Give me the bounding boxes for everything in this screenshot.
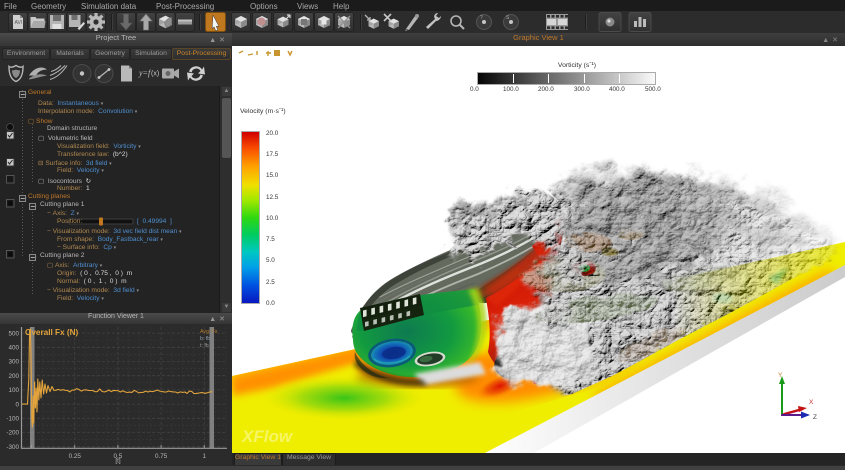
svg-text:b: fb: b: fb — [200, 336, 210, 342]
svg-text:Avg: Fx: Avg: Fx — [200, 329, 218, 335]
svg-text:[t]: [t] — [115, 458, 120, 465]
svg-text:400: 400 — [8, 345, 19, 352]
svg-text:1: 1 — [203, 453, 207, 460]
svg-text:X: X — [809, 399, 814, 406]
svg-text:-100: -100 — [6, 416, 19, 423]
svg-text:XFlow: XFlow — [241, 427, 294, 446]
svg-text:Z: Z — [813, 414, 817, 421]
svg-text:t: fb: t: fb — [200, 343, 209, 349]
svg-text:(x): (x) — [151, 71, 159, 78]
svg-text:0.75: 0.75 — [155, 453, 168, 460]
svg-text:300: 300 — [8, 359, 19, 366]
svg-text:0.25: 0.25 — [69, 453, 82, 460]
svg-text:-200: -200 — [6, 430, 19, 437]
svg-text:100: 100 — [8, 387, 19, 394]
svg-text:AVI: AVI — [15, 20, 23, 26]
svg-text:?: ? — [480, 15, 483, 21]
svg-text:Overall Fx (N): Overall Fx (N) — [25, 328, 79, 337]
svg-text:-300: -300 — [6, 444, 19, 451]
svg-text:Y: Y — [778, 372, 783, 379]
svg-text:500: 500 — [8, 330, 19, 337]
svg-text:y=f: y=f — [138, 69, 152, 78]
svg-text:200: 200 — [8, 373, 19, 380]
svg-text:0: 0 — [15, 401, 19, 408]
